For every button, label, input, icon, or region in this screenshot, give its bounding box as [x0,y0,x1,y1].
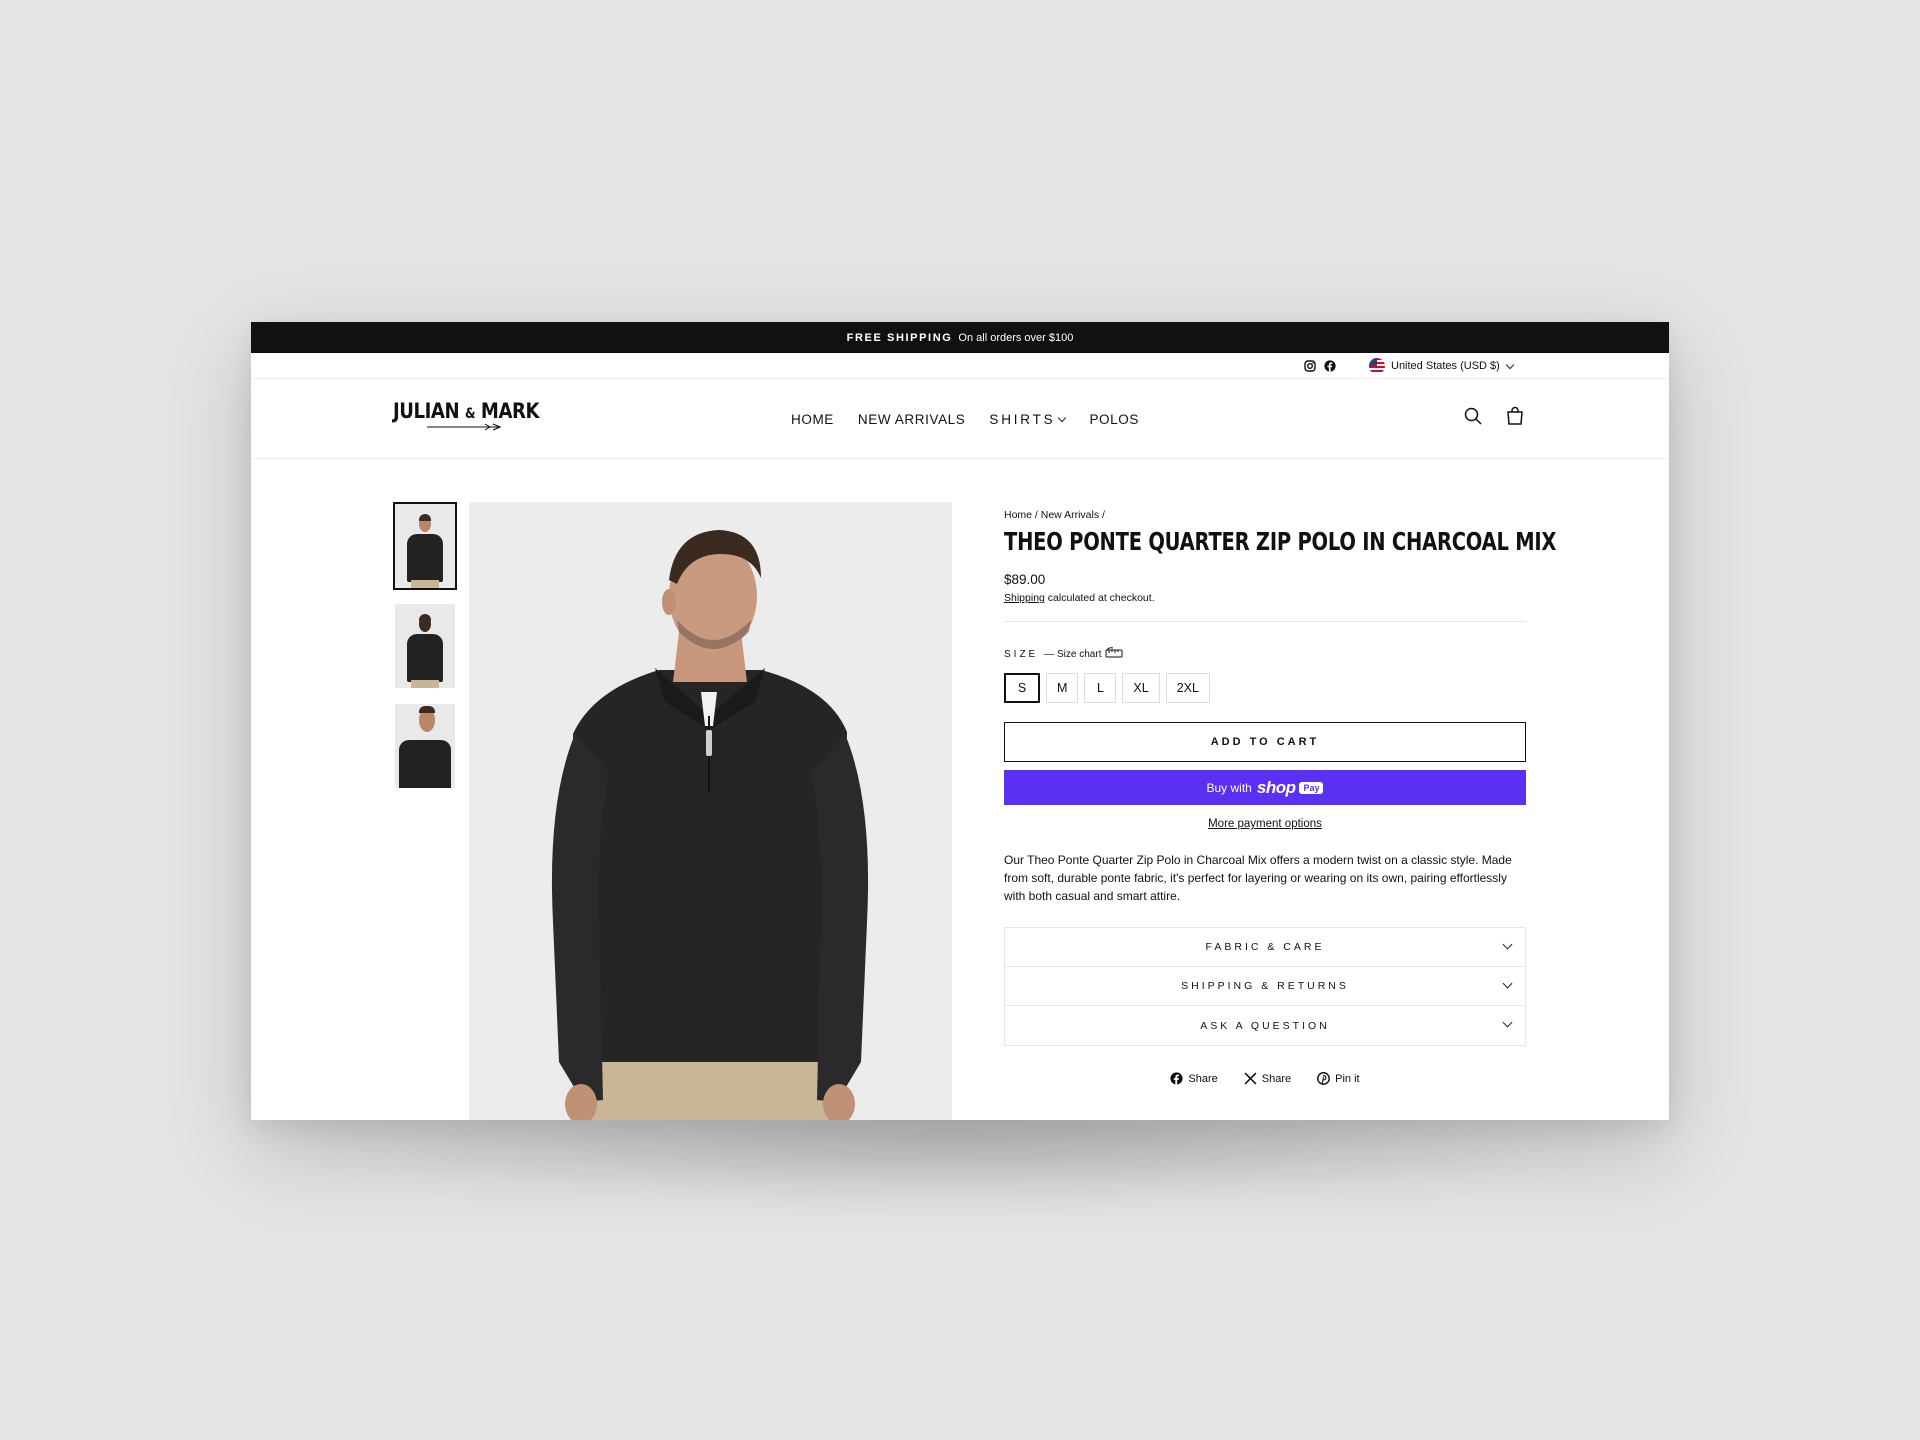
us-flag-icon [1369,358,1385,374]
accordion-label: SHIPPING & RETURNS [1181,980,1349,992]
chevron-down-icon [1505,360,1515,369]
x-icon [1244,1072,1257,1085]
main-nav: HOME NEW ARRIVALS SHIRTS POLOS [791,412,1163,427]
logo-text-left: JULIAN [393,399,460,423]
share-pinterest[interactable]: Pin it [1317,1072,1360,1085]
thumbnail-back[interactable] [395,604,455,688]
country-selector[interactable]: United States (USD $) [1369,358,1515,374]
share-facebook[interactable]: Share [1170,1072,1218,1085]
add-to-cart-button[interactable]: ADD TO CART [1004,722,1526,762]
share-links: Share Share Pin it [1004,1072,1526,1085]
accordion-shipping-returns[interactable]: SHIPPING & RETURNS [1005,967,1525,1006]
utility-bar: United States (USD $) [251,353,1669,379]
shipping-link[interactable]: Shipping [1004,592,1045,604]
product-title: Theo Ponte Quarter Zip Polo in Charcoal … [1004,527,1557,556]
chevron-down-icon [1058,413,1067,423]
shop-pay-prefix: Buy with [1206,780,1252,795]
breadcrumb[interactable]: Home / New Arrivals / [1004,509,1526,521]
brand-logo[interactable]: JULIAN & MARK [393,399,539,431]
nav-home[interactable]: HOME [791,412,834,427]
nav-polos[interactable]: POLOS [1089,412,1139,427]
model-illustration [469,502,952,1120]
nav-new-arrivals[interactable]: NEW ARRIVALS [858,412,965,427]
product-price: $89.00 [1004,572,1046,587]
browser-page: FREE SHIPPING On all orders over $100 Un… [251,322,1669,1120]
pinterest-icon [1317,1072,1331,1085]
nav-shirts[interactable]: SHIRTS [989,412,1067,427]
product-thumbnails [393,502,457,804]
shop-pay-button[interactable]: Buy with shop Pay [1004,770,1526,805]
logo-arrow-icon [427,423,502,431]
country-label: United States (USD $) [1391,360,1500,372]
share-facebook-label: Share [1188,1072,1218,1085]
shipping-note-text: calculated at checkout. [1044,592,1155,604]
accordion-ask-question[interactable]: ASK A QUESTION [1005,1006,1525,1045]
shop-pay-logo: shop [1256,777,1296,797]
share-pinterest-label: Pin it [1335,1072,1360,1085]
accordion-label: ASK A QUESTION [1200,1019,1330,1032]
search-icon[interactable] [1463,406,1483,431]
ruler-icon[interactable] [1105,647,1123,662]
instagram-icon[interactable] [1304,359,1316,377]
social-links [1304,359,1336,377]
size-label: SIZE [1004,649,1039,660]
product-info: Home / New Arrivals / Theo Ponte Quarter… [1004,509,1557,1085]
facebook-icon[interactable] [1324,359,1336,377]
size-option-s[interactable]: S [1004,673,1040,703]
shop-pay-badge: Pay [1299,781,1324,794]
thumbnail-front[interactable] [393,502,457,590]
size-option-m[interactable]: M [1046,673,1079,703]
product-description: Our Theo Ponte Quarter Zip Polo in Charc… [1004,853,1512,903]
cart-icon[interactable] [1505,406,1525,431]
size-option-l[interactable]: L [1084,673,1117,703]
facebook-icon [1170,1072,1183,1085]
accordion-fabric-care[interactable]: FABRIC & CARE [1005,928,1525,967]
announcement-text: On all orders over $100 [958,331,1074,344]
chevron-down-icon [1502,1017,1513,1028]
size-options: S M L XL 2XL [1004,673,1526,703]
size-option-xl[interactable]: XL [1122,673,1160,703]
share-x[interactable]: Share [1244,1072,1291,1085]
nav-shirts-label: SHIRTS [989,412,1056,427]
size-header: SIZE — Size chart [1004,647,1526,662]
size-option-2xl[interactable]: 2XL [1165,673,1210,703]
header-icons [1463,406,1525,431]
divider [1004,621,1526,622]
announcement-strong: FREE SHIPPING [846,331,953,344]
announcement-bar: FREE SHIPPING On all orders over $100 [251,322,1669,353]
accordion-label: FABRIC & CARE [1205,941,1325,953]
logo-ampersand: & [464,406,476,422]
chevron-down-icon [1502,978,1513,989]
thumbnail-closeup[interactable] [395,704,455,788]
more-payment-options-link[interactable]: More payment options [1004,818,1526,830]
product-accordion: FABRIC & CARE SHIPPING & RETURNS ASK A Q… [1004,927,1526,1046]
site-header: JULIAN & MARK HOME NEW ARRIVALS SHIRTS P… [251,379,1669,459]
chevron-down-icon [1502,939,1513,950]
product-main-image[interactable] [469,502,952,1120]
share-x-label: Share [1261,1072,1292,1085]
shipping-note: Shipping calculated at checkout. [1004,592,1526,604]
logo-text-right: MARK [480,399,540,423]
size-chart-link[interactable]: — Size chart [1044,649,1101,660]
